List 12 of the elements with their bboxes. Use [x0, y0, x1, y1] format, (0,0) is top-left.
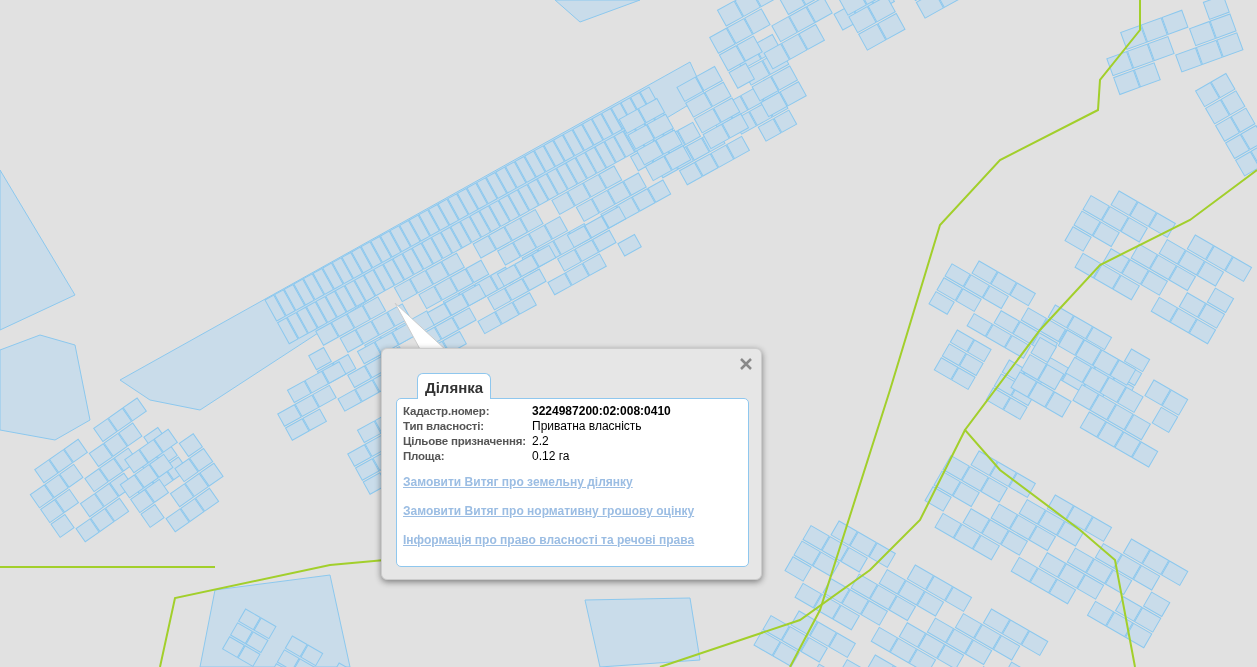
field-value: Приватна власність — [532, 419, 643, 434]
field-label: Цільове призначення: — [403, 434, 527, 449]
order-link[interactable]: Інформація про право власності та речові права — [403, 533, 695, 548]
field-value: 2.2 — [532, 434, 550, 449]
field-label: Тип власності: — [403, 419, 485, 434]
field-value: 3224987200:02:008:0410 — [532, 404, 672, 419]
field-label: Кадастр.номер: — [403, 404, 491, 419]
order-link[interactable]: Замовити Витяг про нормативну грошову оцінку — [403, 504, 695, 519]
order-link[interactable]: Замовити Витяг про земельну ділянку — [403, 475, 633, 490]
parcel-tab[interactable]: Ділянка — [417, 373, 492, 399]
field-value: 0.12 га — [532, 449, 571, 464]
field-label: Площа: — [403, 449, 446, 464]
